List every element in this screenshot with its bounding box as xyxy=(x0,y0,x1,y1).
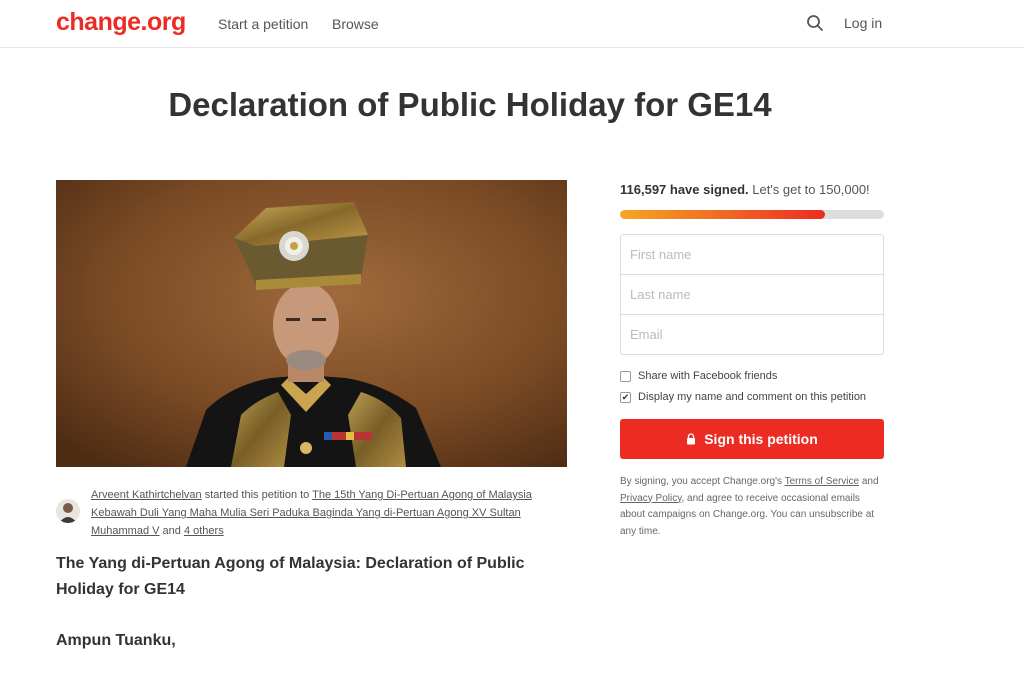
progress-fill xyxy=(620,210,826,219)
change-org-logo[interactable]: change.org xyxy=(56,8,186,37)
petition-greeting: Ampun Tuanku, xyxy=(56,632,176,649)
first-name-field[interactable] xyxy=(620,234,884,275)
top-header: change.org Start a petition Browse Log i… xyxy=(0,0,1024,48)
nav-browse[interactable]: Browse xyxy=(332,16,379,32)
started-text: started this petition to xyxy=(201,489,313,501)
facebook-share-label: Share with Facebook friends xyxy=(638,370,778,382)
display-name-label: Display my name and comment on this peti… xyxy=(638,391,867,403)
email-field[interactable] xyxy=(620,314,884,355)
signature-progress-bar xyxy=(620,210,884,219)
privacy-link[interactable]: Privacy Policy xyxy=(620,493,682,504)
facebook-share-checkbox[interactable] xyxy=(620,370,631,382)
display-name-checkbox[interactable]: ✔ xyxy=(620,391,631,403)
goal-text: Let's get to 150,000! xyxy=(748,182,870,197)
login-link[interactable]: Log in xyxy=(844,15,882,31)
page-title: Declaration of Public Holiday for GE14 xyxy=(168,86,772,123)
last-name-field[interactable] xyxy=(620,274,884,315)
petition-starter-info: Arveent Kathirtchelvan started this peti… xyxy=(91,486,561,540)
lock-icon xyxy=(687,433,696,445)
legal-notice: By signing, you accept Change.org's Term… xyxy=(620,474,886,540)
signature-count: 116,597 have signed. Let's get to 150,00… xyxy=(620,182,870,197)
starter-avatar[interactable] xyxy=(56,499,80,523)
facebook-share-option[interactable]: Share with Facebook friends xyxy=(620,370,777,382)
search-icon[interactable] xyxy=(806,14,824,32)
petition-photo xyxy=(56,180,567,467)
sign-petition-button[interactable]: Sign this petition xyxy=(620,419,884,459)
others-link[interactable]: 4 others xyxy=(184,525,224,537)
legal-and: and xyxy=(859,476,879,487)
petition-subtitle: The Yang di-Pertuan Agong of Malaysia: D… xyxy=(56,555,525,598)
and-text: and xyxy=(159,525,184,537)
terms-link[interactable]: Terms of Service xyxy=(785,476,859,487)
legal-before: By signing, you accept Change.org's xyxy=(620,476,785,487)
nav-start-petition[interactable]: Start a petition xyxy=(218,16,308,32)
display-name-option[interactable]: ✔ Display my name and comment on this pe… xyxy=(620,391,866,403)
signed-count: 116,597 have signed. xyxy=(620,182,749,197)
sign-button-label: Sign this petition xyxy=(704,431,818,447)
starter-name-link[interactable]: Arveent Kathirtchelvan xyxy=(91,489,202,501)
